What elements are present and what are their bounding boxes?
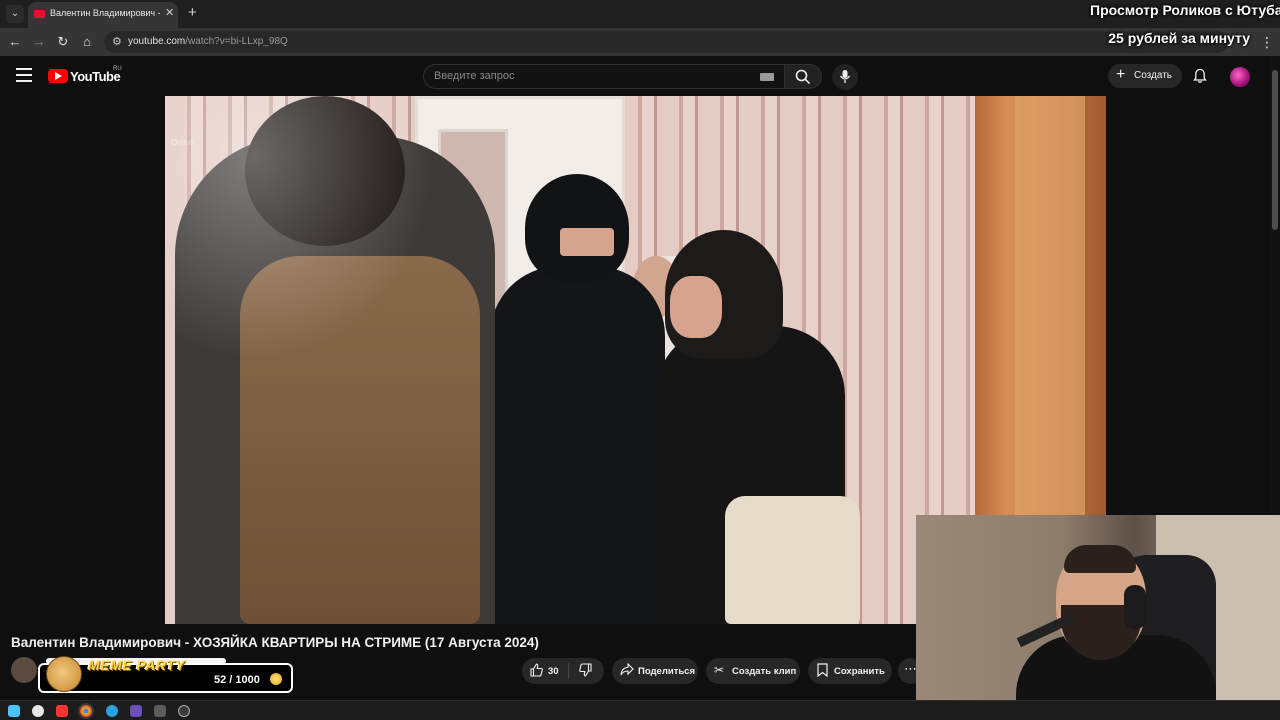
tab-search-button[interactable]: ⌄ [6, 5, 24, 23]
video-person-police [490, 266, 665, 624]
browser-toolbar: ← → ↻ ⌂ ⚙ youtube.com/watch?v=bi-LLxp_98… [0, 28, 1280, 56]
address-bar[interactable]: ⚙ youtube.com/watch?v=bi-LLxp_98Q [104, 31, 1228, 53]
url-path: /watch?v=bi-LLxp_98Q [185, 36, 288, 47]
search-icon [795, 69, 811, 85]
browser-tabstrip: ⌄ Валентин Владимирович - ХОЗЯЙКА КВАРТИ… [0, 0, 1280, 28]
bookmark-icon [817, 663, 828, 677]
save-label: Сохранить [834, 666, 885, 677]
voice-search-button[interactable] [832, 64, 858, 90]
region-label: RU [113, 66, 122, 72]
headset-icon [1124, 585, 1146, 629]
plus-icon: + [1116, 66, 1126, 83]
video-person-woman-face [670, 276, 722, 338]
clip-label: Создать клип [732, 666, 797, 677]
notifications-bell-icon[interactable] [1192, 68, 1208, 84]
video-light-flare [165, 96, 465, 396]
microphone-icon [839, 70, 851, 83]
scissors-icon: ✂ [714, 663, 725, 677]
reload-icon[interactable]: ↻ [54, 33, 72, 51]
thumbs-down-icon [579, 663, 592, 677]
create-label: Создать [1134, 70, 1173, 81]
share-button[interactable]: Поделиться [612, 658, 698, 684]
like-divider [568, 663, 569, 679]
video-title: Валентин Владимирович - ХОЗЯЙКА КВАРТИРЫ… [11, 635, 539, 650]
chrome-icon[interactable] [80, 705, 92, 717]
search-box[interactable] [423, 64, 785, 89]
coin-icon [270, 673, 282, 685]
yandex-icon[interactable] [56, 705, 68, 717]
video-person-police-face [560, 228, 614, 256]
share-icon [620, 663, 634, 676]
webcam-streamer-hair [1064, 545, 1136, 573]
site-info-icon[interactable]: ⚙ [112, 35, 122, 48]
url-host: youtube.com [128, 36, 186, 47]
windows-taskbar [0, 700, 1280, 720]
back-arrow-icon[interactable]: ← [6, 33, 24, 51]
video-actions: 30 Поделиться ✂ Создать клип Сохранить ⋯ [522, 658, 924, 684]
create-button[interactable]: + Создать [1108, 64, 1182, 88]
thumbs-up-icon [530, 663, 543, 677]
share-label: Поделиться [638, 666, 696, 677]
like-button[interactable]: 30 [522, 658, 568, 684]
youtube-favicon-icon [34, 10, 45, 18]
search-input[interactable] [434, 70, 734, 82]
video-tote-bag [725, 496, 860, 624]
dislike-button[interactable] [572, 658, 602, 684]
browser-menu-icon[interactable]: ⋮ [1260, 34, 1274, 51]
video-watermark: Onlive [171, 138, 194, 147]
new-tab-icon[interactable]: + [188, 4, 197, 21]
save-button[interactable]: Сохранить [808, 658, 892, 684]
scrollbar-thumb[interactable] [1272, 70, 1278, 230]
app-icon[interactable] [130, 705, 142, 717]
account-avatar[interactable] [1230, 67, 1250, 87]
search-button[interactable] [784, 64, 822, 89]
windows-start-icon[interactable] [8, 705, 20, 717]
youtube-logo-icon[interactable] [48, 69, 68, 83]
tab-close-icon[interactable]: ✕ [165, 6, 174, 19]
meme-party-count: 52 / 1000 [214, 674, 260, 686]
create-clip-button[interactable]: ✂ Создать клип [706, 658, 800, 684]
like-dislike-group: 30 [522, 658, 604, 684]
menu-icon[interactable] [16, 68, 32, 82]
forward-arrow-icon[interactable]: → [30, 33, 48, 51]
browser-tab-active[interactable]: Валентин Владимирович - ХОЗЯЙКА КВАРТИРЫ… [28, 2, 178, 28]
yandex-browser-icon[interactable] [32, 705, 44, 717]
address-url[interactable]: youtube.com/watch?v=bi-LLxp_98Q [128, 36, 288, 47]
keyboard-icon[interactable] [760, 73, 774, 81]
home-icon[interactable]: ⌂ [78, 33, 96, 51]
stream-overlay-title: Просмотр Роликов с Ютуба [1090, 2, 1280, 18]
like-count: 30 [548, 666, 559, 677]
telegram-icon[interactable] [106, 705, 118, 717]
channel-avatar[interactable] [11, 657, 37, 683]
obs-icon[interactable] [154, 705, 166, 717]
doge-icon [46, 656, 82, 692]
youtube-header: YouTube RU + Создать [0, 56, 1270, 96]
meme-party-title: MEME PARTY [88, 657, 186, 673]
stream-overlay-price: 25 рублей за минуту [1108, 30, 1250, 46]
tab-title: Валентин Владимирович - ХОЗЯЙКА КВАРТИРЫ… [50, 8, 160, 18]
streamer-webcam [916, 515, 1280, 704]
system-app-icon[interactable] [178, 705, 190, 717]
